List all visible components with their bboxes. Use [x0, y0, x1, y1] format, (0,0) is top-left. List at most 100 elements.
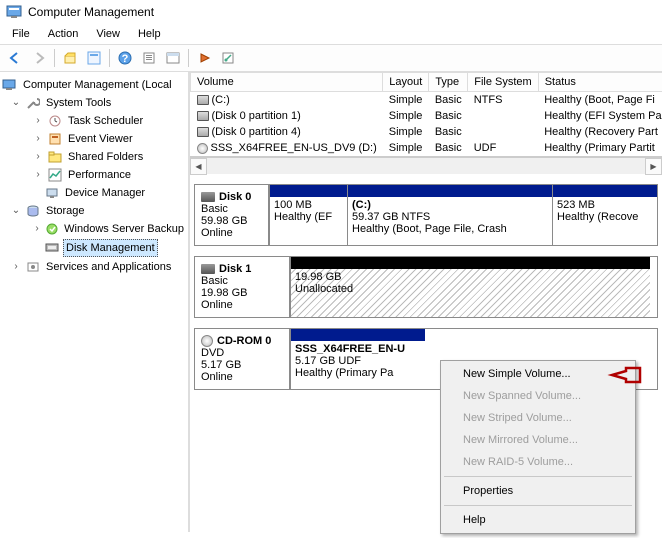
disk-name: Disk 1	[219, 263, 251, 275]
disk-name: Disk 0	[219, 191, 251, 203]
tree-performance[interactable]: › Performance	[2, 166, 186, 184]
menu-view[interactable]: View	[88, 26, 128, 42]
collapse-icon[interactable]: ⌄	[10, 95, 22, 111]
menu-properties[interactable]: Properties	[443, 480, 633, 502]
col-status[interactable]: Status	[538, 73, 662, 92]
tree-storage[interactable]: ⌄ Storage	[2, 202, 186, 220]
expand-icon[interactable]: ›	[10, 259, 22, 275]
forward-button[interactable]	[28, 47, 50, 69]
volume-status: Healthy (Boot, Page Fi	[538, 92, 662, 109]
volume-layout: Simple	[383, 92, 429, 109]
partition-size: 59.37 GB NTFS	[352, 211, 548, 223]
collapse-icon[interactable]: ⌄	[10, 203, 22, 219]
disk-header[interactable]: CD-ROM 0DVD5.17 GBOnline	[195, 329, 290, 389]
disk-header[interactable]: Disk 1Basic19.98 GBOnline	[195, 257, 290, 317]
volume-name: (Disk 0 partition 1)	[191, 108, 383, 124]
menu-file[interactable]: File	[4, 26, 38, 42]
volume-fs	[468, 124, 538, 140]
properties-button[interactable]	[83, 47, 105, 69]
disk-header[interactable]: Disk 0Basic59.98 GBOnline	[195, 185, 269, 245]
backup-icon	[45, 221, 59, 237]
volume-fs	[468, 108, 538, 124]
partition[interactable]: 523 MBHealthy (Recove	[552, 185, 657, 245]
tree-system-tools[interactable]: ⌄ System Tools	[2, 94, 186, 112]
volume-row[interactable]: SSS_X64FREE_EN-US_DV9 (D:)SimpleBasicUDF…	[191, 140, 662, 156]
partition-stripe	[291, 329, 425, 341]
volume-type: Basic	[429, 92, 468, 109]
tree-windows-server-backup[interactable]: › Windows Server Backup	[2, 220, 186, 238]
menu-bar: File Action View Help	[0, 24, 662, 44]
disk-name: CD-ROM 0	[217, 335, 271, 347]
partition-size: 19.98 GB	[295, 271, 646, 283]
disk-size: 19.98 GB	[201, 287, 283, 299]
computer-icon	[2, 77, 18, 93]
tree-task-scheduler[interactable]: › Task Scheduler	[2, 112, 186, 130]
expand-icon[interactable]: ›	[32, 131, 44, 147]
disk-row: Disk 0Basic59.98 GBOnline100 MBHealthy (…	[194, 184, 658, 246]
partition-status: Healthy (Primary Pa	[295, 367, 421, 379]
help-button[interactable]: ?	[114, 47, 136, 69]
event-icon	[47, 131, 63, 147]
expand-icon[interactable]: ›	[32, 113, 44, 129]
expand-icon[interactable]: ›	[32, 221, 42, 237]
app-icon	[6, 4, 22, 20]
disk-size: 5.17 GB	[201, 359, 283, 371]
menu-new-mirrored-volume: New Mirrored Volume...	[443, 429, 633, 451]
tree-root[interactable]: Computer Management (Local	[2, 76, 186, 94]
back-button[interactable]	[4, 47, 26, 69]
menu-divider	[444, 476, 632, 477]
refresh-button[interactable]	[138, 47, 160, 69]
tree-device-manager[interactable]: Device Manager	[2, 184, 186, 202]
tree-event-viewer[interactable]: › Event Viewer	[2, 130, 186, 148]
partition-title: (C:)	[352, 199, 548, 211]
annotation-arrow-icon	[606, 366, 642, 384]
partition[interactable]: 100 MBHealthy (EF	[269, 185, 347, 245]
menu-new-simple-volume[interactable]: New Simple Volume...	[443, 363, 633, 385]
disk-state: Online	[201, 371, 283, 383]
menu-help[interactable]: Help	[443, 509, 633, 531]
volume-type: Basic	[429, 108, 468, 124]
partition[interactable]: (C:)59.37 GB NTFSHealthy (Boot, Page Fil…	[347, 185, 552, 245]
tree-services-apps[interactable]: › Services and Applications	[2, 258, 186, 276]
partition-status: Unallocated	[295, 283, 646, 295]
menu-help[interactable]: Help	[130, 26, 169, 42]
tree-disk-management[interactable]: Disk Management	[2, 238, 186, 258]
volume-row[interactable]: (C:)SimpleBasicNTFSHealthy (Boot, Page F…	[191, 92, 662, 109]
col-layout[interactable]: Layout	[383, 73, 429, 92]
disk-kind: Basic	[201, 203, 262, 215]
menu-new-raid5-volume: New RAID-5 Volume...	[443, 451, 633, 473]
volume-name: SSS_X64FREE_EN-US_DV9 (D:)	[191, 140, 383, 156]
window-title: Computer Management	[28, 5, 154, 19]
partition[interactable]: 19.98 GBUnallocated	[290, 257, 650, 317]
action-button[interactable]	[193, 47, 215, 69]
storage-icon	[25, 203, 41, 219]
toolbar-separator	[109, 49, 110, 67]
volume-row[interactable]: (Disk 0 partition 4)SimpleBasicHealthy (…	[191, 124, 662, 140]
col-type[interactable]: Type	[429, 73, 468, 92]
settings-button[interactable]	[217, 47, 239, 69]
volume-status: Healthy (EFI System Pa	[538, 108, 662, 124]
menu-action[interactable]: Action	[40, 26, 87, 42]
up-button[interactable]	[59, 47, 81, 69]
partition-size: 523 MB	[557, 199, 653, 211]
col-volume[interactable]: Volume	[191, 73, 383, 92]
list-button[interactable]	[162, 47, 184, 69]
volume-fs: NTFS	[468, 92, 538, 109]
volume-layout: Simple	[383, 140, 429, 156]
toolbar-separator	[54, 49, 55, 67]
disk-state: Online	[201, 299, 283, 311]
partition[interactable]: SSS_X64FREE_EN-U5.17 GB UDFHealthy (Prim…	[290, 329, 425, 389]
expand-icon[interactable]: ›	[32, 149, 44, 165]
tree-shared-folders[interactable]: › Shared Folders	[2, 148, 186, 166]
expand-icon[interactable]: ›	[32, 167, 44, 183]
horizontal-scrollbar[interactable]: ◀ ▶	[190, 157, 662, 174]
volume-name: (Disk 0 partition 4)	[191, 124, 383, 140]
scroll-left-icon[interactable]: ◀	[190, 158, 207, 175]
svg-text:?: ?	[122, 53, 129, 65]
partition-stripe	[348, 185, 552, 197]
volume-row[interactable]: (Disk 0 partition 1)SimpleBasicHealthy (…	[191, 108, 662, 124]
col-filesystem[interactable]: File System	[468, 73, 538, 92]
scroll-right-icon[interactable]: ▶	[645, 158, 662, 175]
device-icon	[44, 185, 60, 201]
partition-status: Healthy (Boot, Page File, Crash	[352, 223, 548, 235]
